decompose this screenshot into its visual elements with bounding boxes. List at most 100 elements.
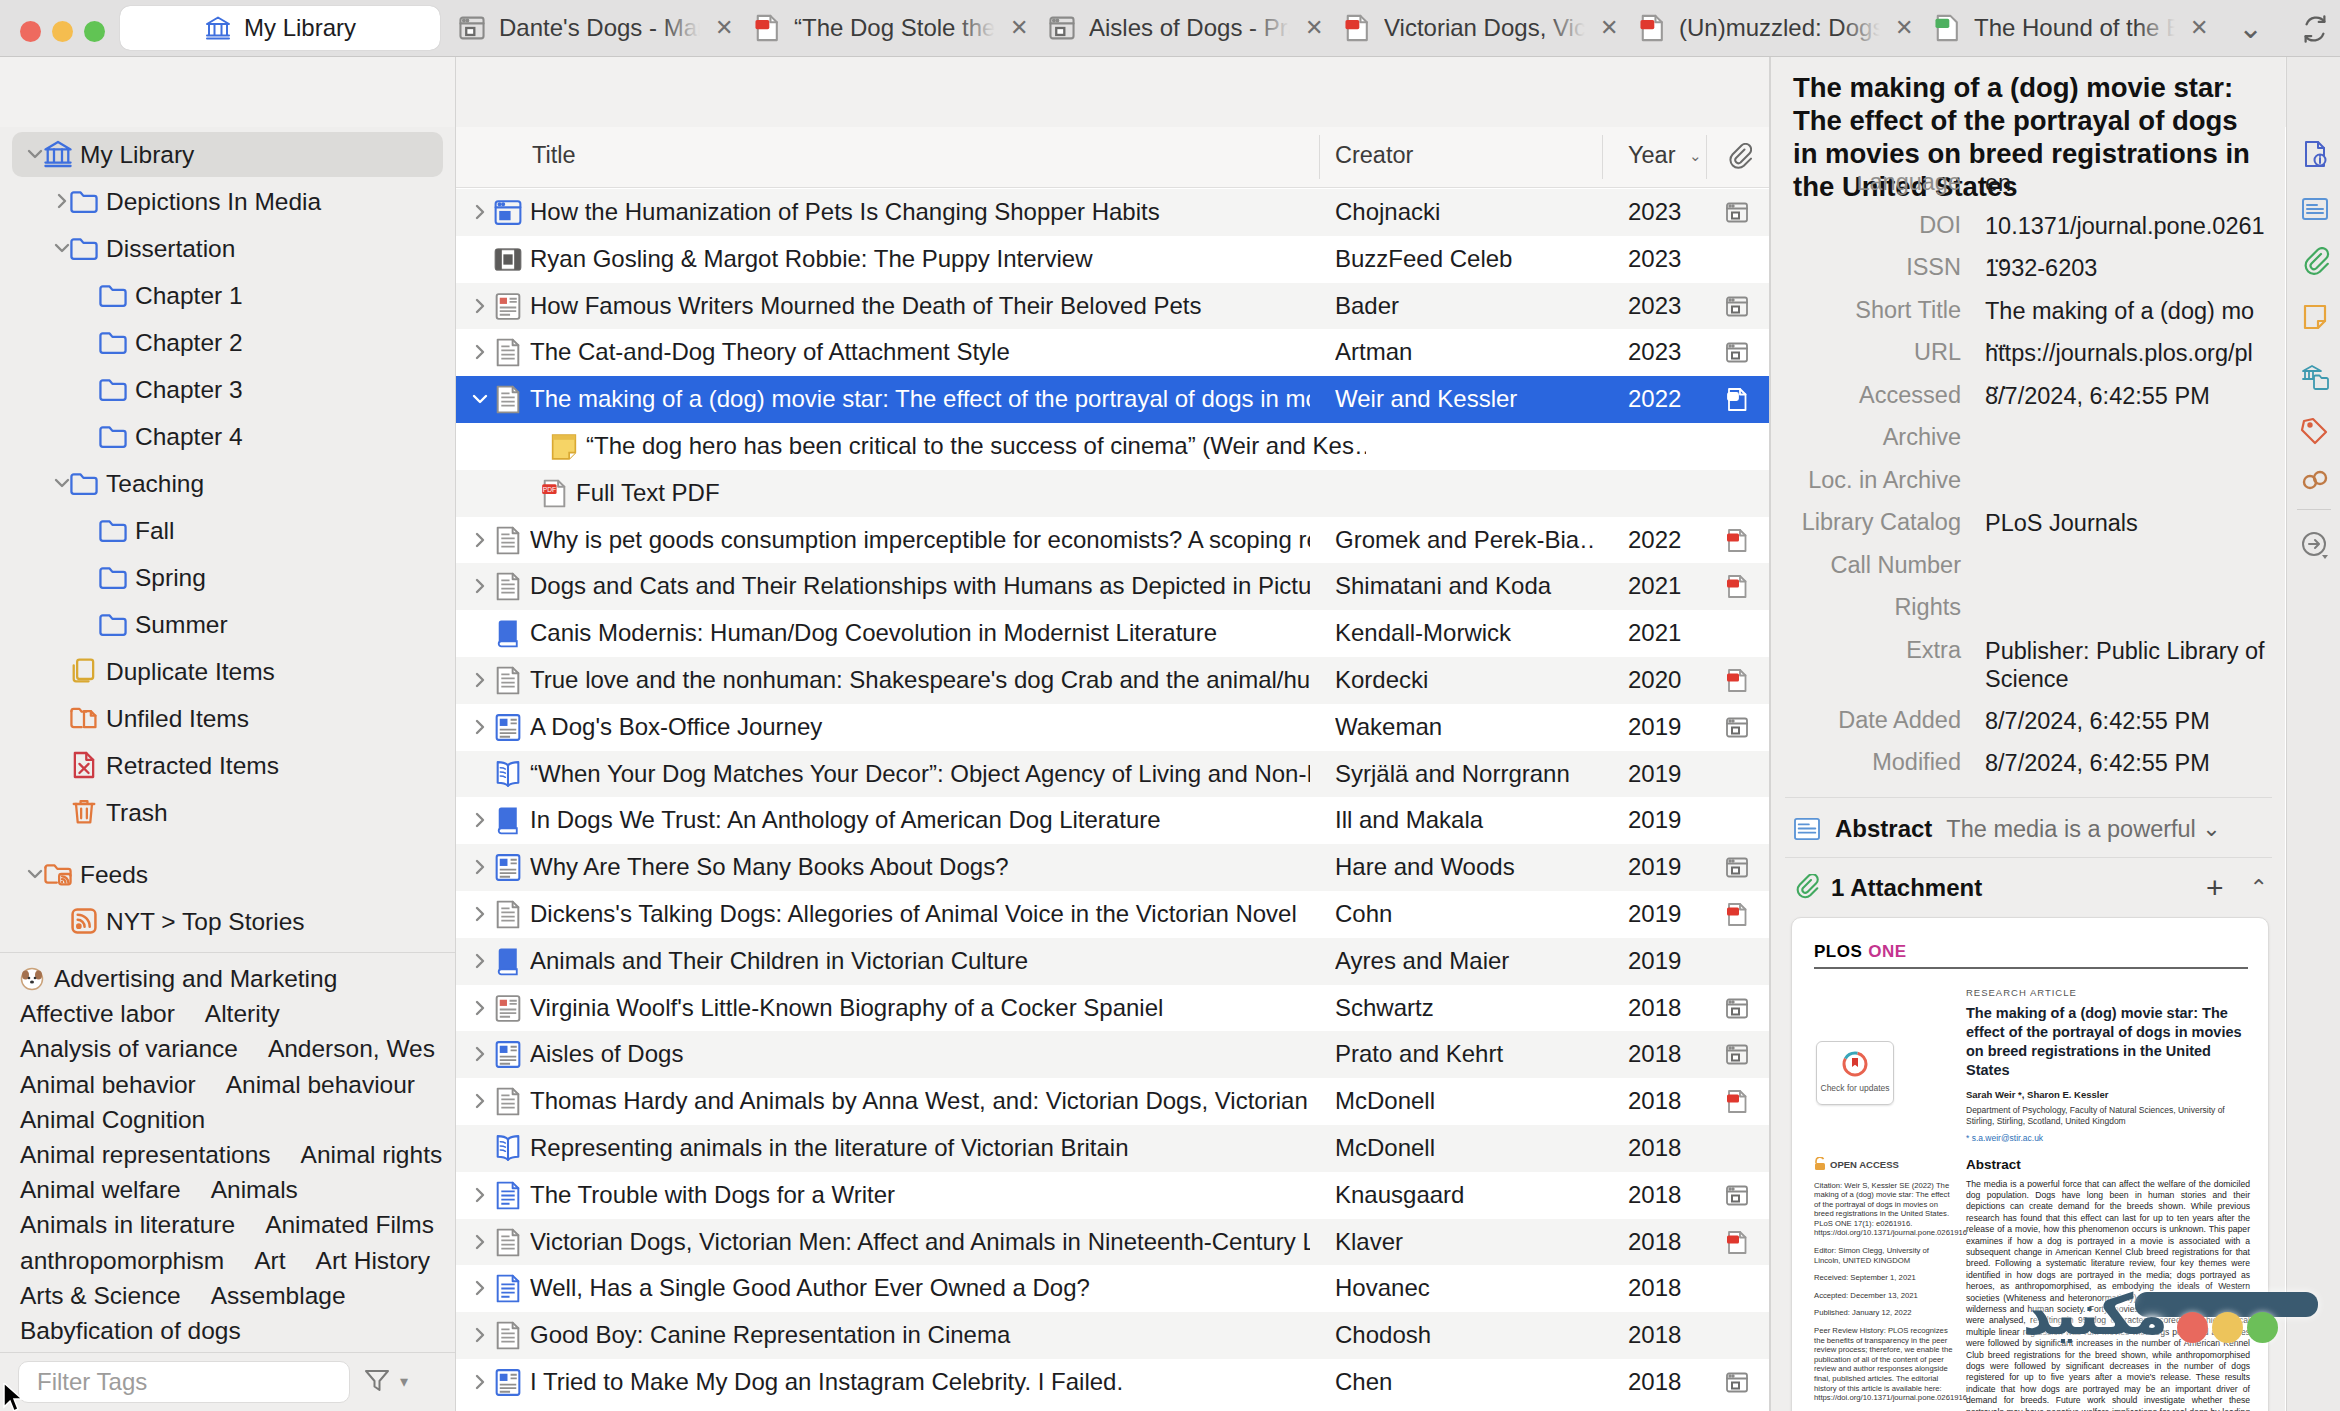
tag-alterity[interactable]: Alterity [205, 1000, 280, 1028]
field-extra[interactable]: Extra Publisher: Public Library of Scien… [1771, 628, 2286, 698]
field-issn[interactable]: ISSN 1932-6203 [1771, 245, 2286, 288]
field-archive[interactable]: Archive [1771, 415, 2286, 458]
tab-the-hound-of-the-b[interactable]: The Hound of the B ✕ [1932, 0, 2208, 56]
item-row[interactable]: Victorian Dogs, Victorian Men: Affect an… [456, 1219, 1769, 1266]
item-row[interactable]: The making of a (dog) movie star: The ef… [456, 376, 1769, 423]
filter-tags-input[interactable]: Filter Tags [18, 1361, 350, 1403]
field-doi[interactable]: DOI 10.1371/journal.pone.0261 … [1771, 203, 2286, 246]
close-tab-icon[interactable]: ✕ [1600, 15, 1618, 41]
sidebar-item-spring[interactable]: Spring [0, 554, 455, 601]
field-loc-in-archive[interactable]: Loc. in Archive [1771, 458, 2286, 501]
tag-animals-in-literature[interactable]: Animals in literature [20, 1211, 235, 1239]
twisty-icon[interactable] [470, 1044, 490, 1064]
sidebar-item-chapter-2[interactable]: Chapter 2 [0, 319, 455, 366]
item-row[interactable]: Aisles of DogsPrato and Kehrt2018 [456, 1031, 1769, 1078]
twisty-icon[interactable] [470, 342, 490, 362]
tag-animal-cognition[interactable]: Animal Cognition [20, 1106, 205, 1134]
close-tab-icon[interactable]: ✕ [2190, 15, 2208, 41]
tag-animal-representations[interactable]: Animal representations [20, 1141, 271, 1169]
field-accessed[interactable]: Accessed 8/7/2024, 6:42:55 PM [1771, 373, 2286, 416]
field-short-title[interactable]: Short Title The making of a (dog) mo … [1771, 288, 2286, 331]
sidebar-item-chapter-1[interactable]: Chapter 1 [0, 272, 455, 319]
tag-babyfication-of-dogs[interactable]: Babyfication of dogs [20, 1317, 241, 1345]
chevron-down-icon[interactable]: ⌄ [2202, 816, 2220, 842]
item-row[interactable]: Dickens's Talking Dogs: Allegories of An… [456, 891, 1769, 938]
twisty-icon[interactable] [470, 576, 490, 596]
close-tab-icon[interactable]: ✕ [715, 15, 733, 41]
field-value[interactable]: PLoS Journals [1985, 509, 2277, 537]
sidebar-item-chapter-4[interactable]: Chapter 4 [0, 413, 455, 460]
tag-anderson-wes[interactable]: Anderson, Wes [268, 1035, 435, 1063]
field-rights[interactable]: Rights [1771, 585, 2286, 628]
sidebar-item-dissertation[interactable]: Dissertation [0, 225, 455, 272]
tag-anthropomorphism[interactable]: anthropomorphism [20, 1247, 224, 1275]
field-value[interactable]: en [1985, 176, 2277, 197]
item-row[interactable]: In Dogs We Trust: An Anthology of Americ… [456, 797, 1769, 844]
item-row[interactable]: The Trouble with Dogs for a WriterKnausg… [456, 1172, 1769, 1219]
field-call-number[interactable]: Call Number [1771, 543, 2286, 586]
zoom-window-button[interactable] [84, 21, 105, 42]
tags-icon[interactable] [2300, 415, 2330, 445]
close-tab-icon[interactable]: ✕ [1010, 15, 1028, 41]
child-item-row[interactable]: “The dog hero has been critical to the s… [456, 423, 1769, 470]
info-icon[interactable] [2300, 139, 2330, 169]
tag-art[interactable]: Art [254, 1247, 285, 1275]
twisty-icon[interactable] [470, 202, 490, 222]
tag-affective-labor[interactable]: Affective labor [20, 1000, 175, 1028]
item-row[interactable]: Why Are There So Many Books About Dogs?H… [456, 844, 1769, 891]
attachments-icon[interactable] [2300, 247, 2330, 277]
twisty-icon[interactable] [470, 1372, 490, 1392]
item-row[interactable]: How Famous Writers Mourned the Death of … [456, 283, 1769, 330]
item-row[interactable]: Why is pet goods consumption imperceptib… [456, 517, 1769, 564]
tab-overflow-icon[interactable]: ⌄ [2238, 10, 2263, 45]
field-value[interactable]: 8/7/2024, 6:42:55 PM [1985, 382, 2277, 410]
tag-animated-films[interactable]: Animated Films [265, 1211, 434, 1239]
twisty-icon[interactable] [470, 1325, 490, 1345]
sidebar-item-nyt-top-stories[interactable]: NYT > Top Stories [0, 898, 455, 945]
sync-icon[interactable] [2300, 14, 2330, 44]
abstract-icon[interactable] [2300, 194, 2330, 224]
twisty-icon[interactable] [470, 904, 490, 924]
column-header-creator[interactable]: Creator [1335, 142, 1413, 169]
related-icon[interactable] [2300, 465, 2330, 495]
sidebar-item-retracted-items[interactable]: Retracted Items [0, 742, 455, 789]
column-divider[interactable] [1706, 135, 1707, 179]
twisty-icon[interactable] [470, 389, 490, 409]
twisty-icon[interactable] [470, 1091, 490, 1111]
column-divider[interactable] [1319, 135, 1320, 179]
filter-funnel-icon[interactable] [362, 1366, 392, 1396]
twisty-icon[interactable] [470, 717, 490, 737]
item-row[interactable]: Virginia Woolf's Little-Known Biography … [456, 985, 1769, 1032]
tag-arts-science[interactable]: Arts & Science [20, 1282, 181, 1310]
sidebar-item-depictions-in-media[interactable]: Depictions In Media [0, 178, 455, 225]
tab-dante-s-dogs-man[interactable]: Dante's Dogs - Man ✕ [457, 0, 733, 56]
item-row[interactable]: “When Your Dog Matches Your Decor”: Obje… [456, 751, 1769, 798]
column-divider[interactable] [1602, 135, 1603, 179]
tab-aisles-of-dogs-pra[interactable]: Aisles of Dogs - Pra ✕ [1047, 0, 1323, 56]
sidebar-item-feeds[interactable]: Feeds [0, 851, 455, 898]
tab-victorian-dogs-vict[interactable]: Victorian Dogs, Vict ✕ [1342, 0, 1618, 56]
attachments-section[interactable]: 1 Attachment + ⌃ [1793, 861, 2268, 915]
libraries-collections-icon[interactable] [2300, 363, 2330, 393]
tab--un-muzzled-dogs[interactable]: (Un)muzzled: Dogs ✕ [1637, 0, 1913, 56]
item-row[interactable]: Thomas Hardy and Animals by Anna West, a… [456, 1078, 1769, 1125]
column-header-title[interactable]: Title [532, 142, 576, 169]
tag-art-history[interactable]: Art History [316, 1247, 430, 1275]
minimize-window-button[interactable] [52, 21, 73, 42]
tag-analysis-of-variance[interactable]: Analysis of variance [20, 1035, 238, 1063]
item-row[interactable]: Ryan Gosling & Margot Robbie: The Puppy … [456, 236, 1769, 283]
sidebar-item-duplicate-items[interactable]: Duplicate Items [0, 648, 455, 695]
item-row[interactable]: True love and the nonhuman: Shakespeare'… [456, 657, 1769, 704]
field-url[interactable]: URL https://journals.plos.org/pl … [1771, 330, 2286, 373]
twisty-icon[interactable] [470, 998, 490, 1018]
twisty-icon[interactable] [470, 1185, 490, 1205]
twisty-icon[interactable] [470, 810, 490, 830]
tag-animals[interactable]: Animals [211, 1176, 298, 1204]
item-row[interactable]: I Tried to Make My Dog an Instagram Cele… [456, 1359, 1769, 1406]
tab--the-dog-stole-the[interactable]: “The Dog Stole the ✕ [752, 0, 1028, 56]
item-row[interactable]: Canis Modernis: Human/Dog Coevolution in… [456, 610, 1769, 657]
tag-animal-rights[interactable]: Animal rights [301, 1141, 443, 1169]
close-window-button[interactable] [20, 21, 41, 42]
item-row[interactable]: Good Boy: Canine Representation in Cinem… [456, 1312, 1769, 1359]
twisty-icon[interactable] [470, 1278, 490, 1298]
